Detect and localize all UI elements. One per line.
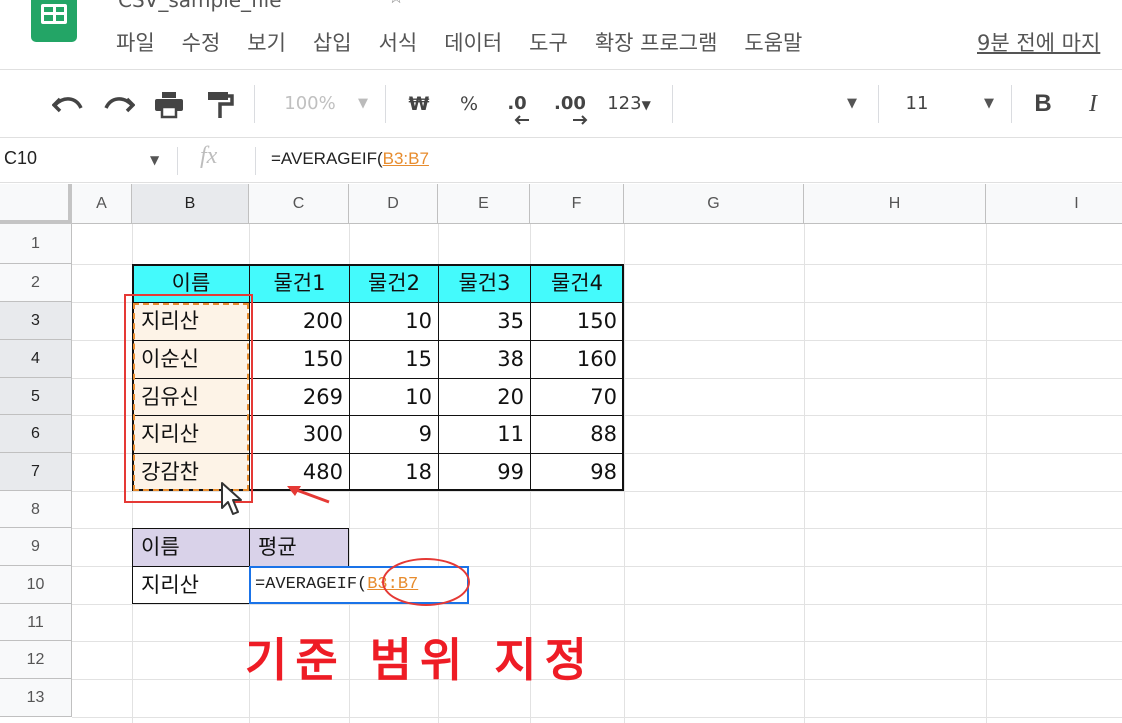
menu-file[interactable]: 파일	[116, 28, 155, 58]
menu-bar: 파일 수정 보기 삽입 서식 데이터 도구 확장 프로그램 도움말	[116, 28, 829, 58]
table-cell[interactable]: 99	[439, 454, 530, 491]
table-cell[interactable]: 15	[350, 341, 438, 378]
table-cell[interactable]: 300	[250, 416, 349, 453]
formula-text: =AVERAGEIF(	[255, 575, 368, 594]
font-select-chevron-icon[interactable]: ▼	[842, 89, 862, 119]
currency-format-button[interactable]: ₩	[404, 89, 434, 119]
name-box[interactable]: C10	[4, 148, 37, 169]
table-cell[interactable]: 98	[531, 454, 623, 491]
star-icon[interactable]: ☆	[388, 0, 404, 8]
avg-name-cell[interactable]: 지리산	[133, 567, 249, 604]
row-header-selected[interactable]: 4	[0, 340, 72, 378]
annotation-arrow-icon	[287, 486, 330, 504]
menu-extensions[interactable]: 확장 프로그램	[595, 28, 718, 58]
table-cell[interactable]: 20	[439, 379, 530, 416]
menu-view[interactable]: 보기	[247, 28, 286, 58]
column-header[interactable]: D	[349, 184, 438, 224]
italic-button[interactable]: I	[1080, 89, 1106, 119]
mouse-cursor-icon	[221, 482, 242, 515]
fx-icon: fx	[200, 143, 218, 169]
formula-input[interactable]: =AVERAGEIF(B3:B7	[271, 149, 429, 169]
table-cell[interactable]: 150	[250, 341, 349, 378]
table-cell[interactable]: 160	[531, 341, 623, 378]
column-header-selected[interactable]: B	[132, 184, 249, 224]
table-cell[interactable]: 70	[531, 379, 623, 416]
column-header[interactable]: C	[249, 184, 349, 224]
menu-edit[interactable]: 수정	[182, 28, 221, 58]
formula-bar: C10 ▼ fx =AVERAGEIF(B3:B7	[0, 139, 1122, 183]
table-cell[interactable]: 10	[350, 379, 438, 416]
table-cell[interactable]: 88	[531, 416, 623, 453]
column-header[interactable]: G	[624, 184, 804, 224]
row-header[interactable]: 8	[0, 491, 72, 528]
chevron-down-icon[interactable]: ▼	[150, 153, 159, 167]
zoom-select[interactable]: 100%	[280, 89, 340, 119]
chevron-down-icon[interactable]: ▼	[979, 89, 999, 119]
table-cell[interactable]: 9	[350, 416, 438, 453]
undo-icon[interactable]	[52, 91, 84, 117]
column-header[interactable]: H	[804, 184, 986, 224]
sheet-grid[interactable]: A B C D E F G H I 1 2 3 4 5 6 7 8 9 10 1…	[0, 184, 1122, 723]
menu-data[interactable]: 데이터	[444, 28, 502, 58]
table-cell[interactable]: 200	[250, 303, 349, 340]
avg-header-name[interactable]: 이름	[133, 529, 249, 566]
table-cell[interactable]: 18	[350, 454, 438, 491]
row-header[interactable]: 12	[0, 641, 72, 679]
last-edit-link[interactable]: 9분 전에 마지	[977, 28, 1100, 58]
menu-tools[interactable]: 도구	[529, 28, 568, 58]
table-cell[interactable]: 269	[250, 379, 349, 416]
table-header-cell[interactable]: 물건4	[531, 265, 623, 302]
arrow-right-icon	[573, 115, 588, 125]
more-formats-button[interactable]: 123▼	[600, 89, 658, 119]
print-icon[interactable]	[154, 91, 184, 119]
menu-insert[interactable]: 삽입	[313, 28, 352, 58]
column-header[interactable]: A	[72, 184, 132, 224]
table-cell[interactable]: 38	[439, 341, 530, 378]
font-size-select[interactable]: 11	[899, 89, 935, 119]
row-header-selected[interactable]: 5	[0, 378, 72, 415]
annotation-label: 기준 범위 지정	[245, 633, 595, 687]
avg-header-average[interactable]: 평균	[250, 529, 348, 566]
menu-format[interactable]: 서식	[379, 28, 418, 58]
redo-icon[interactable]	[103, 91, 135, 117]
menu-help[interactable]: 도움말	[744, 28, 802, 58]
column-header[interactable]: I	[986, 184, 1122, 224]
more-formats-label: 123	[607, 93, 642, 114]
row-header[interactable]: 11	[0, 604, 72, 641]
select-all-corner[interactable]	[0, 184, 72, 224]
chevron-down-icon[interactable]: ▼	[353, 89, 373, 119]
row-header[interactable]: 2	[0, 264, 72, 302]
sheets-logo-icon[interactable]	[31, 0, 77, 42]
table-cell[interactable]: 35	[439, 303, 530, 340]
toolbar: 100% ▼ ₩ % .0 .00 123▼ ▼ 11 ▼ B I	[0, 71, 1122, 138]
row-header[interactable]: 13	[0, 679, 72, 717]
bold-button[interactable]: B	[1028, 89, 1058, 119]
percent-format-button[interactable]: %	[455, 89, 483, 119]
row-header[interactable]: 1	[0, 224, 72, 264]
row-header-selected[interactable]: 6	[0, 415, 72, 453]
annotation-highlight-ellipse	[382, 558, 470, 606]
row-header[interactable]: 10	[0, 566, 72, 604]
table-cell[interactable]: 10	[350, 303, 438, 340]
column-header[interactable]: F	[530, 184, 624, 224]
row-header-selected[interactable]: 3	[0, 302, 72, 340]
formula-text: =AVERAGEIF(	[271, 149, 383, 168]
table-cell[interactable]: 150	[531, 303, 623, 340]
arrow-left-icon	[514, 115, 529, 125]
row-header-selected[interactable]: 7	[0, 453, 72, 491]
formula-range-ref: B3:B7	[382, 149, 429, 168]
table-header-cell[interactable]: 물건3	[439, 265, 530, 302]
table-header-cell[interactable]: 물건1	[250, 265, 349, 302]
table-header-cell[interactable]: 물건2	[350, 265, 438, 302]
row-header[interactable]: 9	[0, 528, 72, 566]
top-bar: CSV_sample_file ☆ 파일 수정 보기 삽입 서식 데이터 도구 …	[0, 0, 1122, 70]
column-header[interactable]: E	[438, 184, 530, 224]
paint-format-icon[interactable]	[206, 91, 234, 119]
chevron-down-icon: ▼	[641, 98, 651, 112]
annotation-highlight-box	[124, 294, 253, 503]
table-cell[interactable]: 11	[439, 416, 530, 453]
document-title[interactable]: CSV_sample_file	[118, 0, 282, 12]
